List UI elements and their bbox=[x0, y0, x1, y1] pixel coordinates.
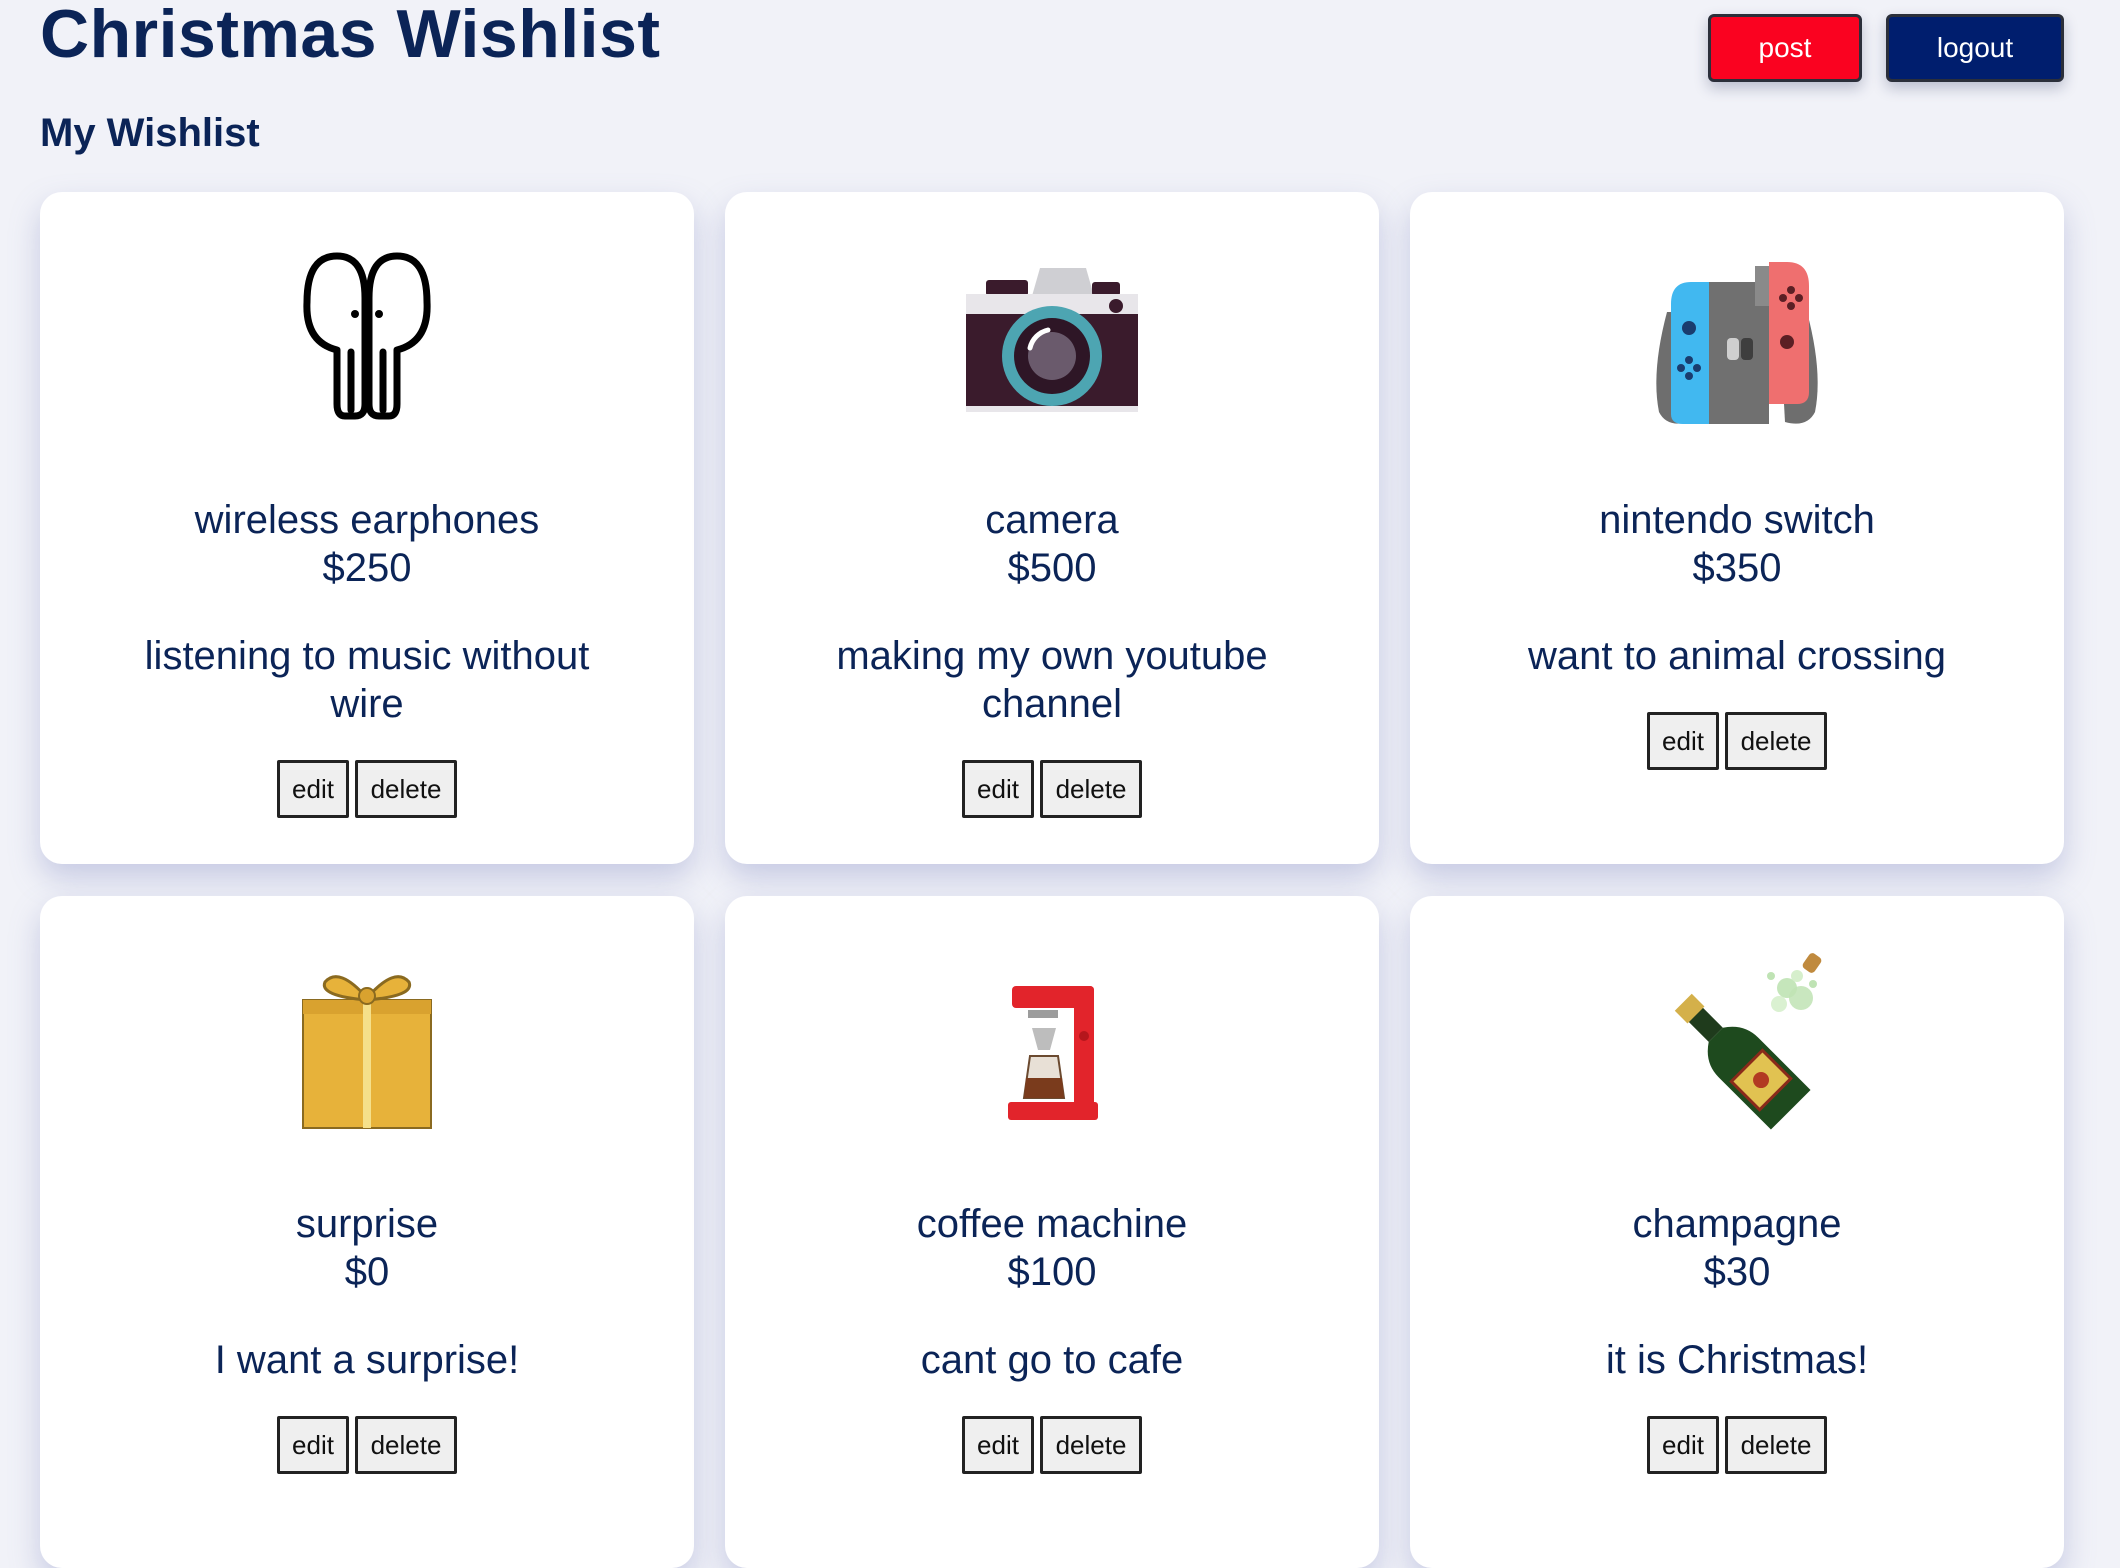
delete-button[interactable]: delete bbox=[355, 1416, 457, 1474]
wishlist-card: champagne $30 it is Christmas! edit dele… bbox=[1410, 896, 2064, 1568]
item-description: it is Christmas! bbox=[1605, 1338, 1869, 1382]
wishlist-card: surprise $0 I want a surprise! edit dele… bbox=[40, 896, 694, 1568]
item-name: coffee machine bbox=[916, 1202, 1188, 1246]
delete-button[interactable]: delete bbox=[1725, 712, 1827, 770]
item-price: $350 bbox=[1692, 546, 1782, 590]
edit-button[interactable]: edit bbox=[1647, 1416, 1719, 1474]
edit-button[interactable]: edit bbox=[277, 760, 349, 818]
item-description: listening to music without wire bbox=[144, 634, 590, 726]
logout-button[interactable]: logout bbox=[1886, 14, 2064, 82]
delete-button[interactable]: delete bbox=[1725, 1416, 1827, 1474]
header-actions: post logout bbox=[1708, 14, 2064, 82]
item-name: wireless earphones bbox=[194, 498, 540, 542]
item-price: $100 bbox=[1007, 1250, 1097, 1294]
champagne-icon bbox=[1637, 946, 1837, 1146]
item-description: I want a surprise! bbox=[214, 1338, 520, 1382]
wishlist-card: wireless earphones $250 listening to mus… bbox=[40, 192, 694, 864]
edit-button[interactable]: edit bbox=[1647, 712, 1719, 770]
edit-button[interactable]: edit bbox=[277, 1416, 349, 1474]
item-price: $250 bbox=[322, 546, 412, 590]
card-actions: edit delete bbox=[1647, 712, 1827, 770]
card-actions: edit delete bbox=[277, 760, 457, 818]
card-actions: edit delete bbox=[277, 1416, 457, 1474]
game-console-icon bbox=[1637, 242, 1837, 442]
edit-button[interactable]: edit bbox=[962, 760, 1034, 818]
card-actions: edit delete bbox=[962, 1416, 1142, 1474]
item-price: $30 bbox=[1703, 1250, 1771, 1294]
delete-button[interactable]: delete bbox=[1040, 760, 1142, 818]
item-price: $0 bbox=[344, 1250, 390, 1294]
wishlist-card: camera $500 making my own youtube channe… bbox=[725, 192, 1379, 864]
item-description: cant go to cafe bbox=[920, 1338, 1184, 1382]
edit-button[interactable]: edit bbox=[962, 1416, 1034, 1474]
gift-icon bbox=[267, 946, 467, 1146]
item-name: nintendo switch bbox=[1599, 498, 1875, 542]
item-description: making my own youtube channel bbox=[836, 634, 1268, 726]
card-actions: edit delete bbox=[1647, 1416, 1827, 1474]
wishlist-card: nintendo switch $350 want to animal cros… bbox=[1410, 192, 2064, 864]
item-name: surprise bbox=[295, 1202, 439, 1246]
item-price: $500 bbox=[1007, 546, 1097, 590]
delete-button[interactable]: delete bbox=[1040, 1416, 1142, 1474]
item-name: champagne bbox=[1632, 1202, 1842, 1246]
page-title: Christmas Wishlist bbox=[40, 0, 661, 72]
camera-icon bbox=[952, 242, 1152, 442]
card-actions: edit delete bbox=[962, 760, 1142, 818]
coffee-machine-icon bbox=[952, 946, 1152, 1146]
item-description: want to animal crossing bbox=[1528, 634, 1946, 678]
delete-button[interactable]: delete bbox=[355, 760, 457, 818]
post-button[interactable]: post bbox=[1708, 14, 1862, 82]
item-name: camera bbox=[985, 498, 1119, 542]
wishlist-card: coffee machine $100 cant go to cafe edit… bbox=[725, 896, 1379, 1568]
section-title: My Wishlist bbox=[40, 111, 260, 155]
earphones-icon bbox=[267, 242, 467, 442]
wishlist-grid: wireless earphones $250 listening to mus… bbox=[40, 192, 2064, 1568]
